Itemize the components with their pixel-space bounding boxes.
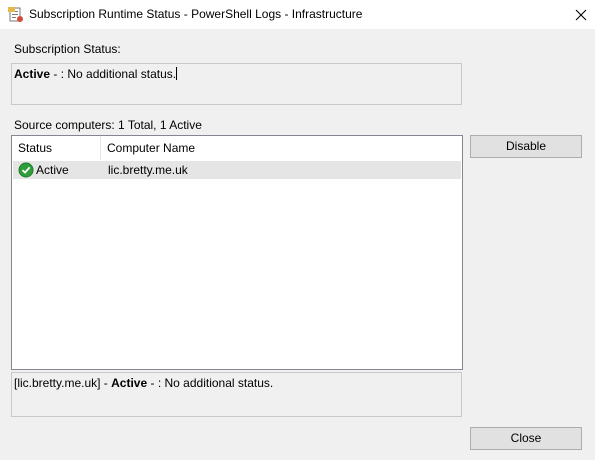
source-computers-label: Source computers: 1 Total, 1 Active bbox=[14, 118, 202, 132]
detail-state: Active bbox=[111, 376, 148, 390]
column-header-computer-name[interactable]: Computer Name bbox=[101, 136, 462, 160]
subscription-runtime-status-dialog: Subscription Runtime Status - PowerShell… bbox=[0, 0, 595, 460]
source-computers-list[interactable]: Status Computer Name Active lic.bretty.m… bbox=[11, 135, 463, 370]
event-log-icon bbox=[8, 7, 23, 22]
subscription-status-message: - : No additional status. bbox=[50, 67, 177, 81]
check-circle-icon bbox=[18, 162, 34, 178]
row-status-text: Active bbox=[36, 163, 69, 177]
window-title: Subscription Runtime Status - PowerShell… bbox=[29, 7, 363, 21]
list-header: Status Computer Name bbox=[12, 136, 462, 160]
close-icon[interactable] bbox=[566, 0, 595, 29]
detail-computer: [lic.bretty.me.uk] bbox=[14, 376, 101, 390]
subscription-status-state: Active bbox=[14, 67, 51, 81]
text-caret bbox=[176, 67, 178, 80]
computer-status-detail-field[interactable]: [lic.bretty.me.uk] - Active - : No addit… bbox=[11, 372, 462, 417]
column-header-status[interactable]: Status bbox=[12, 136, 100, 160]
table-row[interactable]: Active lic.bretty.me.uk bbox=[13, 161, 461, 179]
title-bar: Subscription Runtime Status - PowerShell… bbox=[0, 0, 595, 29]
detail-separator: - bbox=[100, 376, 112, 390]
detail-message: - : No additional status. bbox=[147, 376, 274, 390]
close-button[interactable]: Close bbox=[470, 427, 582, 450]
subscription-status-label: Subscription Status: bbox=[14, 42, 121, 56]
row-computer-name: lic.bretty.me.uk bbox=[108, 163, 188, 177]
subscription-status-field[interactable]: Active - : No additional status. bbox=[11, 63, 462, 105]
disable-button[interactable]: Disable bbox=[470, 135, 582, 158]
